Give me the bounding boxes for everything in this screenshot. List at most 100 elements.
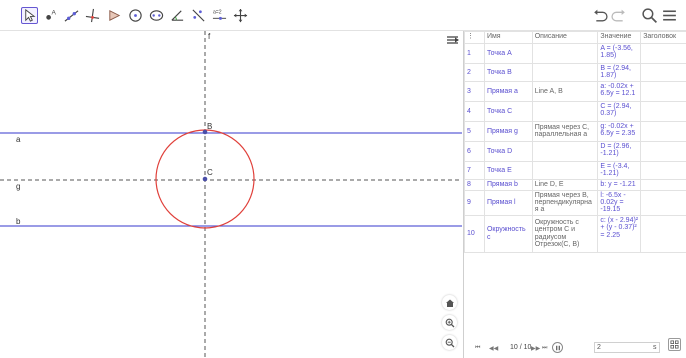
object-description[interactable] (531, 160, 599, 180)
header-num[interactable]: ⋮ (464, 31, 485, 44)
object-name[interactable]: Точка C (483, 100, 533, 122)
table-row[interactable]: 2 Точка B B = (2.94, 1.87) (464, 63, 686, 82)
object-caption[interactable] (640, 140, 686, 162)
object-name[interactable]: Прямая a (483, 80, 533, 102)
object-caption[interactable] (640, 43, 686, 64)
object-value[interactable]: a: -0.02x + 6.5y = 12.1 (597, 80, 642, 102)
table-row[interactable]: 9 Прямая l Прямая через B, перпендикулярна… (464, 189, 686, 216)
reflect-tool-icon[interactable] (190, 7, 207, 24)
object-description[interactable]: Line A, B (531, 80, 599, 102)
object-caption[interactable] (640, 63, 686, 82)
object-name[interactable]: Прямая b (483, 178, 533, 191)
object-caption[interactable] (640, 178, 686, 191)
move-graphics-view-tool-icon[interactable] (232, 7, 249, 24)
object-caption[interactable] (640, 80, 686, 102)
object-value[interactable]: c: (x - 2.94)² + (y - 0.37)² = 2.25 (597, 214, 642, 253)
object-caption[interactable] (640, 160, 686, 180)
table-row[interactable]: 10 Окружность c Окружность с центром C и р… (464, 214, 686, 253)
label-line-g: g (16, 182, 21, 191)
label-point-C: C (207, 168, 213, 177)
perpendicular-line-tool-icon[interactable] (84, 7, 101, 24)
object-value[interactable]: B = (2.94, 1.87) (597, 63, 642, 82)
table-row[interactable]: 4 Точка C C = (2.94, 0.37) (464, 100, 686, 122)
object-description[interactable] (531, 63, 599, 82)
header-menu-icon[interactable]: ⋮ (467, 33, 474, 40)
move-tool-icon[interactable] (21, 7, 38, 24)
row-number[interactable]: 1 (464, 43, 485, 64)
object-description[interactable] (531, 140, 599, 162)
object-caption[interactable] (640, 214, 686, 253)
polygon-tool-icon[interactable] (106, 7, 123, 24)
line-tool-icon[interactable] (63, 7, 80, 24)
angle-tool-icon[interactable] (169, 7, 186, 24)
object-value[interactable]: E = (-3.4, -1.21) (597, 160, 642, 180)
search-icon[interactable] (640, 6, 658, 24)
object-value[interactable]: b: y = -1.21 (597, 178, 642, 191)
graphics-view[interactable]: f a g b B C (0, 31, 462, 358)
first-step-icon[interactable]: ⏮ (475, 345, 480, 352)
table-row[interactable]: 5 Прямая g Прямая через C, параллельная ag… (464, 120, 686, 142)
point-tool-icon[interactable]: A (42, 7, 59, 24)
object-name[interactable]: Точка B (483, 63, 533, 82)
header-caption[interactable]: Заголовок (640, 31, 686, 44)
zoom-in-icon[interactable] (442, 315, 457, 330)
circle-center-point-tool-icon[interactable] (127, 7, 144, 24)
table-row[interactable]: 3 Прямая a Line A, Ba: -0.02x + 6.5y = 12.… (464, 80, 686, 102)
slider-tool-icon[interactable]: a=2 (211, 7, 228, 24)
table-row[interactable]: 1 Точка A A = (-3.56, 1.85) (464, 43, 686, 64)
undo-icon[interactable] (590, 6, 608, 24)
object-description[interactable]: Прямая через C, параллельная a (531, 120, 599, 142)
row-number[interactable]: 2 (464, 63, 485, 82)
row-number[interactable]: 3 (464, 80, 485, 102)
row-number[interactable]: 6 (464, 140, 485, 162)
zoom-out-icon[interactable] (442, 335, 457, 350)
table-row[interactable]: 7 Точка E E = (-3.4, -1.21) (464, 160, 686, 180)
label-line-a: a (16, 135, 21, 144)
row-number[interactable]: 8 (464, 178, 485, 191)
next-step-icon[interactable]: ▶▶ (531, 345, 540, 352)
object-name[interactable]: Окружность c (483, 214, 533, 253)
row-number[interactable]: 5 (464, 120, 485, 142)
object-value[interactable]: g: -0.02x + 6.5y = 2.35 (597, 120, 642, 142)
toggle-algebra-view-icon[interactable] (446, 34, 460, 48)
row-number[interactable]: 7 (464, 160, 485, 180)
label-point-B: B (207, 122, 213, 131)
object-caption[interactable] (640, 100, 686, 122)
export-protocol-button[interactable] (668, 338, 681, 351)
row-number[interactable]: 4 (464, 100, 485, 122)
construction-protocol-table: ⋮ Имя Описание Значение Заголовок 1 Точка… (464, 31, 686, 253)
object-description[interactable] (531, 43, 599, 64)
object-name[interactable]: Точка E (483, 160, 533, 180)
object-value[interactable]: l: -6.5x - 0.02y = -19.15 (597, 189, 642, 216)
object-description[interactable]: Прямая через B, перпендикулярная a (531, 189, 599, 216)
header-name[interactable]: Имя (483, 31, 533, 44)
redo-icon[interactable] (610, 6, 628, 24)
play-pause-button[interactable] (552, 342, 563, 353)
row-number[interactable]: 9 (464, 189, 485, 216)
object-name[interactable]: Прямая g (483, 120, 533, 142)
object-value[interactable]: C = (2.94, 0.37) (597, 100, 642, 122)
object-description[interactable]: Окружность с центром C и радиусом Отрезо… (531, 214, 599, 253)
object-name[interactable]: Точка D (483, 140, 533, 162)
object-name[interactable]: Точка A (483, 43, 533, 64)
header-description[interactable]: Описание (531, 31, 599, 44)
toolbar: A a=2 (0, 0, 686, 31)
home-icon[interactable] (442, 295, 457, 310)
object-caption[interactable] (640, 120, 686, 142)
animation-speed-input[interactable] (594, 342, 660, 353)
object-value[interactable]: A = (-3.56, 1.85) (597, 43, 642, 64)
object-name[interactable]: Прямая l (483, 189, 533, 216)
object-caption[interactable] (640, 189, 686, 216)
table-row[interactable]: 8 Прямая b Line D, Eb: y = -1.21 (464, 178, 686, 191)
row-number[interactable]: 10 (464, 214, 485, 253)
speed-unit-label: s (653, 344, 657, 351)
previous-step-icon[interactable]: ◀◀ (489, 345, 498, 352)
table-row[interactable]: 6 Точка D D = (2.96, -1.21) (464, 140, 686, 162)
ellipse-tool-icon[interactable] (148, 7, 165, 24)
object-description[interactable]: Line D, E (531, 178, 599, 191)
object-description[interactable] (531, 100, 599, 122)
object-value[interactable]: D = (2.96, -1.21) (597, 140, 642, 162)
header-value[interactable]: Значение (597, 31, 642, 44)
last-step-icon[interactable]: ⏭ (542, 345, 547, 352)
menu-icon[interactable] (660, 6, 678, 24)
